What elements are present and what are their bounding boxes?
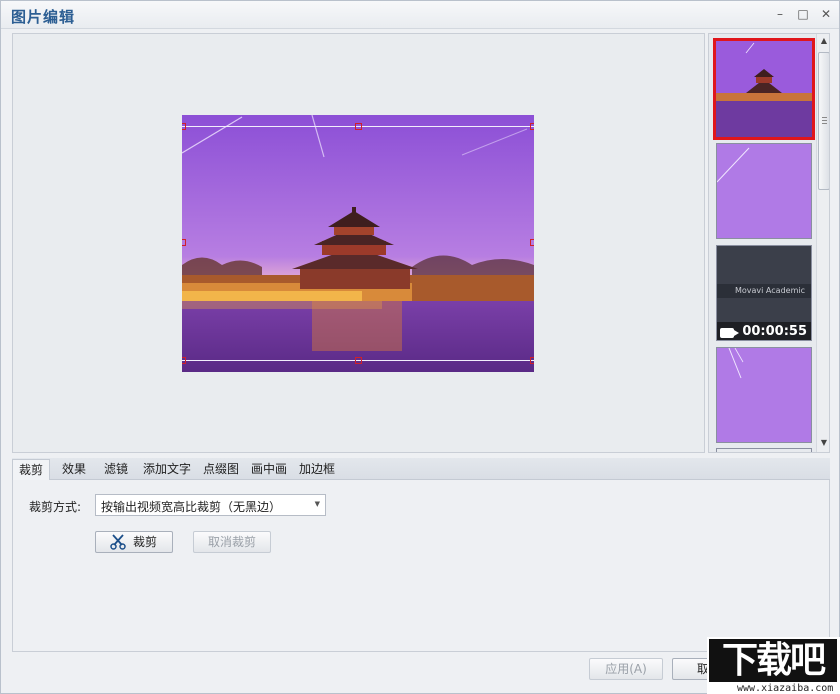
- palace-photo: [182, 115, 534, 372]
- crop-mode-value: 按输出视频宽高比裁剪（无黑边）: [101, 500, 281, 514]
- thumbnail-1[interactable]: [713, 38, 815, 140]
- chevron-down-icon: ▼: [315, 500, 320, 508]
- thumbnail-2[interactable]: [716, 143, 812, 239]
- crop-panel: 裁剪方式: 按输出视频宽高比裁剪（无黑边） ▼ 裁剪 取消裁剪: [12, 480, 830, 652]
- crop-handle-top-left[interactable]: [182, 123, 186, 130]
- crop-handle-bottom-left[interactable]: [182, 357, 186, 364]
- crop-button[interactable]: 裁剪: [95, 531, 173, 553]
- thumbnail-4[interactable]: [716, 347, 812, 443]
- image-preview-area: [12, 33, 705, 453]
- tab-crop[interactable]: 裁剪: [12, 459, 50, 480]
- thumbnail-5[interactable]: [716, 448, 812, 453]
- image-edit-window: 图片编辑 – □ ✕: [0, 0, 840, 694]
- crop-handle-bottom-right[interactable]: [530, 357, 534, 364]
- cancel-crop-button[interactable]: 取消裁剪: [193, 531, 271, 553]
- video-watermark-text: Movavi Academic: [735, 286, 805, 295]
- watermark-logo: 下载吧: [709, 639, 837, 682]
- scroll-up-arrow-icon[interactable]: ▲: [818, 34, 830, 48]
- preview-image: [182, 115, 534, 372]
- video-duration: 00:00:55: [742, 324, 807, 339]
- apply-button[interactable]: 应用(A): [589, 658, 663, 680]
- thumbnail-sky-image: [717, 348, 812, 443]
- scissors-icon: [110, 534, 126, 550]
- tab-add-text[interactable]: 添加文字: [137, 459, 197, 480]
- tab-decorations[interactable]: 点缀图: [197, 459, 245, 480]
- minimize-icon[interactable]: –: [773, 7, 787, 21]
- crop-button-label: 裁剪: [133, 535, 157, 549]
- edit-tabs: 裁剪 效果 滤镜 添加文字 点缀图 画中画 加边框: [12, 458, 830, 480]
- crop-mode-select[interactable]: 按输出视频宽高比裁剪（无黑边） ▼: [95, 494, 326, 516]
- thumbnail-sky-image: [717, 144, 812, 239]
- title-bar: 图片编辑 – □ ✕: [1, 1, 839, 29]
- scroll-down-arrow-icon[interactable]: ▼: [818, 436, 830, 450]
- crop-mode-label: 裁剪方式:: [29, 498, 81, 515]
- thumbnail-strip: Movavi Academic 00:00:55 ▲ ▼: [708, 33, 830, 453]
- tab-filters[interactable]: 滤镜: [98, 459, 134, 480]
- watermark-url: www.xiazaiba.com: [737, 683, 833, 694]
- close-icon[interactable]: ✕: [819, 7, 833, 21]
- maximize-icon[interactable]: □: [796, 7, 810, 21]
- tab-effects[interactable]: 效果: [56, 459, 92, 480]
- crop-handle-bottom[interactable]: [355, 357, 362, 364]
- tab-picture-in-picture[interactable]: 画中画: [245, 459, 293, 480]
- crop-handle-right[interactable]: [530, 239, 534, 246]
- thumbnail-3-video[interactable]: Movavi Academic 00:00:55: [716, 245, 812, 341]
- crop-handle-left[interactable]: [182, 239, 186, 246]
- crop-handle-top[interactable]: [355, 123, 362, 130]
- video-camera-icon: [720, 328, 734, 338]
- site-watermark: 下载吧 www.xiazaiba.com: [707, 637, 840, 694]
- tab-add-border[interactable]: 加边框: [293, 459, 341, 480]
- window-title: 图片编辑: [11, 6, 75, 27]
- scrollbar-thumb[interactable]: [818, 52, 830, 190]
- thumbnail-palace-image: [716, 41, 812, 137]
- thumbnail-scrollbar[interactable]: ▲ ▼: [816, 34, 830, 452]
- crop-handle-top-right[interactable]: [530, 123, 534, 130]
